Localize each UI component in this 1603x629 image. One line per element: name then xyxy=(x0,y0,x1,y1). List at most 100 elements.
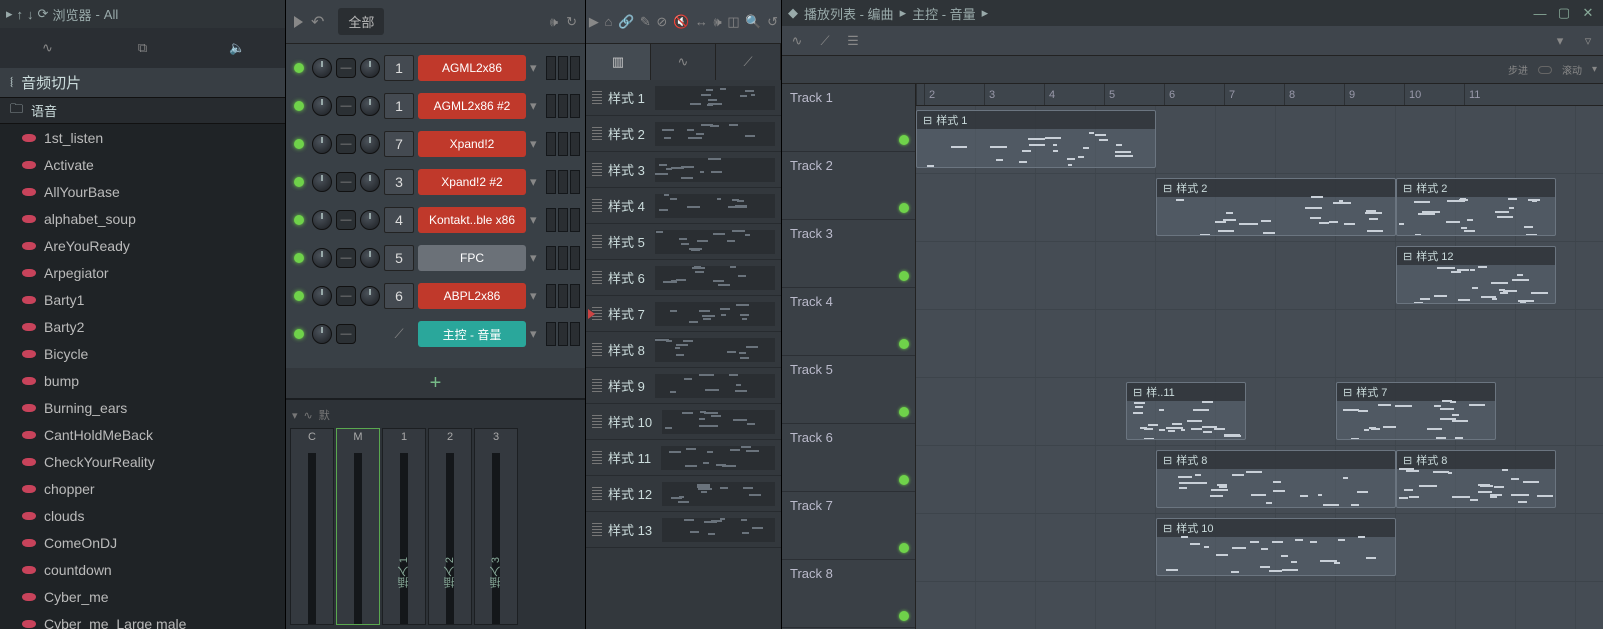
step-sequencer[interactable] xyxy=(546,56,580,80)
step-toggle[interactable] xyxy=(1538,66,1552,74)
breadcrumb[interactable]: 主控 - 音量 xyxy=(912,4,976,23)
pattern-item[interactable]: 样式 3 xyxy=(586,152,781,188)
channel-led[interactable] xyxy=(294,177,304,187)
play-icon[interactable] xyxy=(294,16,303,28)
track-lane[interactable]: ⊟样式 2⊟样式 2 xyxy=(916,174,1603,242)
arrows-icon[interactable]: ↔ xyxy=(695,14,708,29)
track-header[interactable]: Track 5 xyxy=(782,356,915,424)
channel-name-button[interactable]: ABPL2x86 xyxy=(418,283,526,309)
channel-menu-icon[interactable]: ▾ xyxy=(530,136,542,152)
pattern-clip[interactable]: ⊟样式 12 xyxy=(1396,246,1556,304)
tab-auto[interactable]: ⟋ xyxy=(716,44,781,80)
channel-name-button[interactable]: Xpand!2 #2 xyxy=(418,169,526,195)
replace-icon[interactable]: ↺ xyxy=(767,14,778,30)
mute-button[interactable]: — xyxy=(336,248,356,268)
vol-knob[interactable] xyxy=(360,248,380,268)
maximize-button[interactable]: ▢ xyxy=(1555,5,1573,21)
pan-knob[interactable] xyxy=(312,324,332,344)
undo-icon[interactable]: ↶ xyxy=(311,12,324,32)
browser-category[interactable]: ⧙ 音频切片 xyxy=(0,68,285,98)
drag-handle-icon[interactable] xyxy=(592,235,602,249)
mute-button[interactable]: — xyxy=(336,96,356,116)
ban-icon[interactable]: ⊘ xyxy=(656,14,667,30)
pattern-clip[interactable]: ⊟样式 2 xyxy=(1396,178,1556,236)
channel-menu-icon[interactable]: ▾ xyxy=(530,60,542,76)
speaker-icon[interactable]: 🔈 xyxy=(225,35,251,61)
scroll-mode-label[interactable]: 滚动 xyxy=(1562,62,1582,77)
channel-name-button[interactable]: Kontakt..ble x86 xyxy=(418,207,526,233)
browser-item[interactable]: Activate xyxy=(0,151,285,178)
mute-button[interactable]: — xyxy=(336,134,356,154)
track-led[interactable] xyxy=(899,339,909,349)
mute-button[interactable]: — xyxy=(336,58,356,78)
pattern-item[interactable]: 样式 11 xyxy=(586,440,781,476)
playlist-grid[interactable]: 234567891011 ⊟样式 1⊟样式 2⊟样式 2⊟样式 12⊟样..11… xyxy=(916,84,1603,629)
pattern-item[interactable]: 样式 8 xyxy=(586,332,781,368)
pattern-item[interactable]: 样式 6 xyxy=(586,260,781,296)
channel-filter[interactable]: 全部 xyxy=(338,8,384,35)
channel-menu-icon[interactable]: ▾ xyxy=(530,98,542,114)
channel-name-button[interactable]: FPC xyxy=(418,245,526,271)
pattern-item[interactable]: 样式 10 xyxy=(586,404,781,440)
menu-icon[interactable]: ▾ xyxy=(1551,33,1569,49)
chevron-down-icon[interactable]: ▿ xyxy=(1579,33,1597,49)
vol-knob[interactable] xyxy=(360,172,380,192)
copy-icon[interactable]: ⧉ xyxy=(130,35,156,61)
step-sequencer[interactable] xyxy=(546,132,580,156)
channel-led[interactable] xyxy=(294,329,304,339)
mixer-track[interactable]: 3插入 3 xyxy=(474,428,518,625)
speaker-icon[interactable]: 🕪 xyxy=(550,14,558,30)
channel-name-button[interactable]: 主控 - 音量 xyxy=(418,321,526,347)
channel-led[interactable] xyxy=(294,291,304,301)
mute-button[interactable]: — xyxy=(336,172,356,192)
minimize-button[interactable]: — xyxy=(1531,6,1549,21)
channel-led[interactable] xyxy=(294,139,304,149)
channel-menu-icon[interactable]: ▾ xyxy=(530,250,542,266)
channel-name-button[interactable]: AGML2x86 #2 xyxy=(418,93,526,119)
mixer-wave-icon[interactable]: ∿ xyxy=(304,409,313,422)
drag-handle-icon[interactable] xyxy=(592,163,602,177)
track-header[interactable]: Track 2 xyxy=(782,152,915,220)
browser-item[interactable]: CheckYourReality xyxy=(0,448,285,475)
step-mode-label[interactable]: 步进 xyxy=(1508,62,1528,77)
drag-handle-icon[interactable] xyxy=(592,343,602,357)
mixer-track[interactable]: 2插入 2 xyxy=(428,428,472,625)
browser-item[interactable]: Barty1 xyxy=(0,286,285,313)
loop-icon[interactable]: ↻ xyxy=(566,14,577,30)
browser-item[interactable]: ComeOnDJ xyxy=(0,529,285,556)
channel-number[interactable]: 3 xyxy=(384,169,414,195)
close-button[interactable]: ✕ xyxy=(1579,5,1597,21)
step-sequencer[interactable] xyxy=(546,322,580,346)
drag-handle-icon[interactable] xyxy=(592,199,602,213)
pattern-clip[interactable]: ⊟样式 1 xyxy=(916,110,1156,168)
channel-led[interactable] xyxy=(294,253,304,263)
snap-icon[interactable]: ◆ xyxy=(788,5,798,21)
pattern-item[interactable]: 样式 7 xyxy=(586,296,781,332)
channel-menu-icon[interactable]: ▾ xyxy=(530,288,542,304)
zoom-icon[interactable]: 🔍 xyxy=(745,14,761,30)
pattern-clip[interactable]: ⊟样式 2 xyxy=(1156,178,1396,236)
curve-tool-icon[interactable]: ⟋ xyxy=(816,33,834,49)
collapse-icon[interactable]: ▸ xyxy=(6,6,13,22)
browser-item[interactable]: Burning_ears xyxy=(0,394,285,421)
channel-led[interactable] xyxy=(294,63,304,73)
channel-number[interactable]: 1 xyxy=(384,93,414,119)
track-led[interactable] xyxy=(899,475,909,485)
drag-handle-icon[interactable] xyxy=(592,523,602,537)
pan-knob[interactable] xyxy=(312,172,332,192)
pan-knob[interactable] xyxy=(312,286,332,306)
pattern-item[interactable]: 样式 1 xyxy=(586,80,781,116)
down-icon[interactable]: ↓ xyxy=(27,7,34,22)
mute-button[interactable]: — xyxy=(336,324,356,344)
tab-grid[interactable]: ▥ xyxy=(586,44,651,80)
pencil-icon[interactable]: ✎ xyxy=(640,14,651,30)
channel-name-button[interactable]: AGML2x86 xyxy=(418,55,526,81)
mute-button[interactable]: — xyxy=(336,286,356,306)
channel-menu-icon[interactable]: ▾ xyxy=(530,174,542,190)
scroll-dropdown-icon[interactable]: ▾ xyxy=(1592,64,1597,75)
pattern-item[interactable]: 样式 9 xyxy=(586,368,781,404)
track-led[interactable] xyxy=(899,271,909,281)
track-led[interactable] xyxy=(899,407,909,417)
track-header[interactable]: Track 7 xyxy=(782,492,915,560)
pattern-clip[interactable]: ⊟样..11 xyxy=(1126,382,1246,440)
